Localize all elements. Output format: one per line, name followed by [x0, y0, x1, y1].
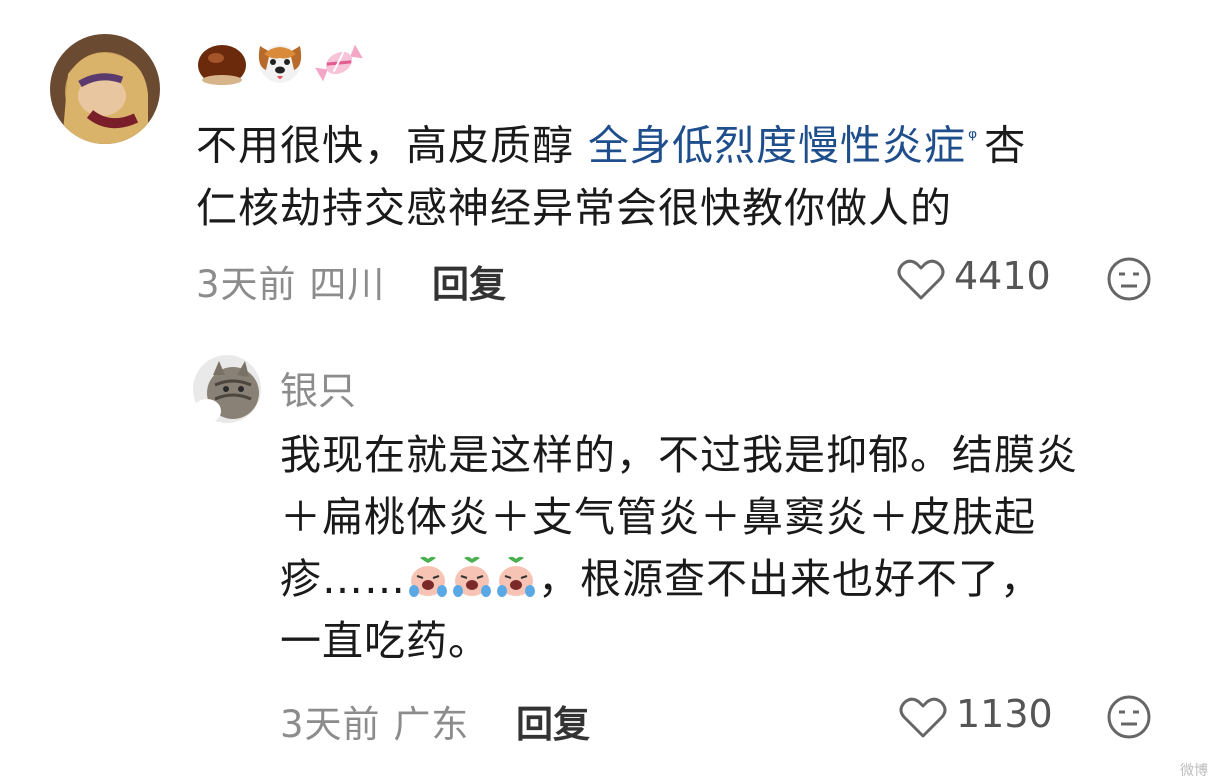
dog-face-icon	[258, 45, 302, 83]
dislike-face-icon[interactable]	[1106, 256, 1152, 302]
like-count: 1130	[956, 692, 1053, 736]
reply-text-line: ，根源查不出来也好不了，	[538, 555, 1042, 603]
comment-text-segment: 不用很快，高皮质醇	[196, 121, 589, 170]
crying-peach-icon	[453, 556, 491, 597]
comment-text: 不用很快，高皮质醇 全身低烈度慢性炎症ᵠ 杏 仁核劫持交感神经异常会很快教你做人的	[196, 108, 1176, 239]
crying-peach-icon	[409, 556, 447, 597]
like-button[interactable]: 4410	[896, 252, 1056, 306]
topic-link[interactable]: 全身低烈度慢性炎症	[588, 122, 966, 170]
reply-user-avatar[interactable]	[193, 355, 261, 423]
reply-time: 3天前	[280, 703, 381, 746]
comment-location: 四川	[309, 263, 386, 306]
candy-icon	[315, 44, 363, 82]
comment-text-segment: 仁核劫持交感神经异常会很快教你做人的	[196, 183, 952, 232]
reply-button[interactable]: 回复	[432, 254, 506, 308]
reply-text-line: 疹……	[280, 555, 406, 603]
reply-text-line: ＋扁桃体炎＋支气管炎＋鼻窦炎＋皮肤起	[280, 493, 1036, 541]
comment-text-segment: 杏	[984, 121, 1027, 170]
user-avatar[interactable]	[50, 34, 160, 144]
reply-text-line: 我现在就是这样的，不过我是抑郁。结膜炎	[280, 431, 1078, 479]
comment-time: 3天前	[196, 263, 297, 306]
heart-icon	[899, 697, 947, 738]
reply-location: 广东	[393, 703, 470, 746]
reply-text: 我现在就是这样的，不过我是抑郁。结膜炎 ＋扁桃体炎＋支气管炎＋鼻窦炎＋皮肤起 疹…	[280, 424, 1200, 672]
reply-meta: 3天前 广东	[280, 694, 469, 748]
dislike-face-icon[interactable]	[1106, 694, 1152, 740]
username-emojis[interactable]	[196, 36, 376, 86]
reply-username[interactable]: 银只	[280, 360, 356, 415]
search-icon[interactable]: ᵠ	[968, 126, 978, 151]
crying-peach-icon	[497, 556, 535, 597]
like-count: 4410	[954, 254, 1051, 298]
reply-text-line: 一直吃药。	[280, 617, 490, 665]
comment-meta: 3天前 四川	[196, 254, 385, 308]
heart-icon	[897, 259, 945, 300]
reply-button[interactable]: 回复	[516, 694, 590, 748]
chestnut-icon	[198, 45, 246, 85]
like-button[interactable]: 1130	[898, 690, 1058, 744]
watermark: 微博	[1180, 763, 1208, 779]
